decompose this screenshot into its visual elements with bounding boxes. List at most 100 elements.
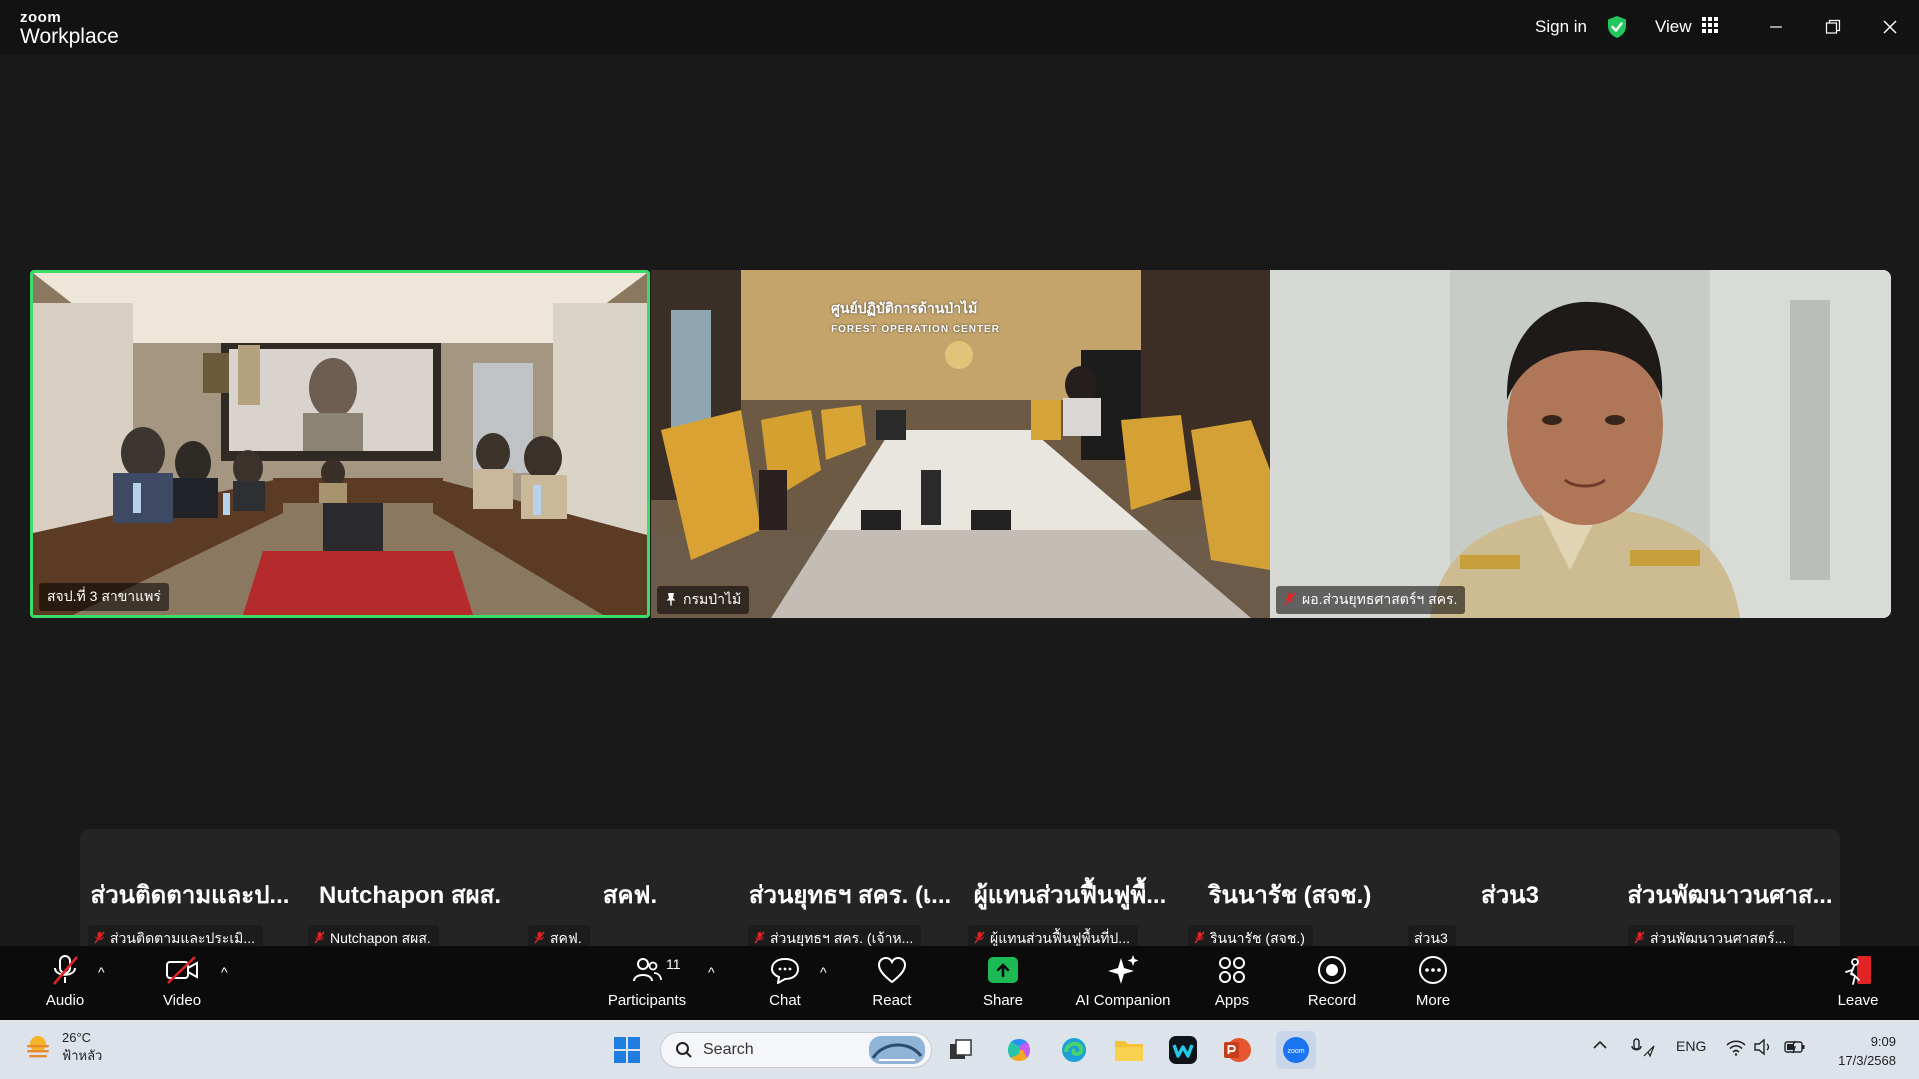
sign-in-button[interactable]: Sign in xyxy=(1535,14,1587,40)
powerpoint-icon[interactable] xyxy=(1220,1033,1254,1067)
strip-participant[interactable]: Nutchapon สผส. Nutchapon สผส. xyxy=(300,829,520,953)
system-clock[interactable]: 9:09 17/3/2568 xyxy=(1820,1032,1896,1070)
participant-strip: ส่วนติดตามและป... ส่วนติดตามและประเมิ...… xyxy=(80,829,1840,953)
weather-hazy-icon xyxy=(24,1032,52,1065)
apps-button[interactable]: Apps xyxy=(1187,952,1277,1016)
leave-button[interactable]: Leave xyxy=(1813,952,1903,1016)
volume-icon[interactable] xyxy=(1753,1038,1775,1059)
tray-chevron-up-icon[interactable] xyxy=(1592,1038,1608,1054)
react-label: React xyxy=(872,992,912,1009)
restore-icon[interactable] xyxy=(1820,14,1846,40)
share-label: Share xyxy=(982,992,1024,1009)
audio-label: Audio xyxy=(45,992,85,1009)
tile-name: สจป.ที่ 3 สาขาแพร่ xyxy=(47,588,161,604)
weather-description: ฟ้าหลัว xyxy=(62,1048,103,1063)
windows-start-icon[interactable] xyxy=(610,1033,644,1067)
leave-label: Leave xyxy=(1837,992,1879,1009)
apps-label: Apps xyxy=(1214,992,1250,1009)
strip-participant[interactable]: ผู้แทนส่วนฟื้นฟูพื้... ผู้แทนส่วนฟื้นฟูพ… xyxy=(960,829,1180,953)
battery-charging-icon[interactable] xyxy=(1783,1038,1807,1059)
clock-date: 17/3/2568 xyxy=(1838,1053,1896,1068)
close-icon[interactable] xyxy=(1877,14,1903,40)
strip-participant[interactable]: สคฟ. สคฟ. xyxy=(520,829,740,953)
tile-name: ผอ.ส่วนยุทธศาสตร์ฯ สคร. xyxy=(1302,591,1458,607)
wifi-icon[interactable] xyxy=(1725,1038,1747,1059)
participant-display-name: รินนารัช (สจช.) xyxy=(1208,882,1372,909)
task-view-icon[interactable] xyxy=(944,1033,978,1067)
share-icon xyxy=(988,952,1018,988)
title-bar: zoom Workplace Sign in View xyxy=(0,0,1919,55)
participants-options-chevron-icon[interactable]: ^ xyxy=(708,964,715,980)
participant-display-name: ส่วนพัฒนาวนศาส... xyxy=(1627,882,1833,909)
leave-icon xyxy=(1841,952,1875,988)
strip-participant[interactable]: ส่วนติดตามและป... ส่วนติดตามและประเมิ... xyxy=(80,829,300,953)
video-button[interactable]: Video xyxy=(137,952,227,1016)
participant-display-name: สคฟ. xyxy=(602,882,658,909)
mic-muted-icon xyxy=(48,952,82,988)
participant-name-tag: กรมป่าไม้ xyxy=(657,586,750,614)
mic-muted-icon xyxy=(94,931,105,947)
participant-name-tag: สจป.ที่ 3 สาขาแพร่ xyxy=(39,583,169,611)
zoom-workplace-logo: zoom Workplace xyxy=(20,10,119,48)
zoom-app-icon[interactable]: zoom xyxy=(1276,1031,1316,1069)
heart-icon xyxy=(877,952,907,988)
room-sign-english: FOREST OPERATION CENTER xyxy=(831,324,1000,335)
audio-options-chevron-icon[interactable]: ^ xyxy=(98,964,105,980)
search-highlight-image-icon xyxy=(869,1036,925,1064)
taskbar-search[interactable]: Search xyxy=(660,1032,932,1068)
sparkle-icon xyxy=(1106,952,1140,988)
chat-label: Chat xyxy=(769,992,801,1009)
video-feed-speaker xyxy=(1270,270,1891,618)
strip-participant[interactable]: ส่วน3 ส่วน3 xyxy=(1400,829,1620,953)
copilot-icon[interactable] xyxy=(1002,1033,1036,1067)
tile-name: กรมป่าไม้ xyxy=(683,591,742,607)
strip-participant[interactable]: ส่วนยุทธฯ สคร. (เ... ส่วนยุทธฯ สคร. (เจ้… xyxy=(740,829,960,953)
meeting-toolbar: Audio ^ Video ^ 11 Participants ^ Chat ^… xyxy=(0,946,1919,1020)
webex-icon[interactable] xyxy=(1166,1033,1200,1067)
chat-options-chevron-icon[interactable]: ^ xyxy=(820,964,827,980)
file-explorer-icon[interactable] xyxy=(1112,1033,1146,1067)
chat-button[interactable]: Chat xyxy=(740,952,830,1016)
input-language[interactable]: ENG xyxy=(1676,1038,1706,1054)
mic-location-icon[interactable] xyxy=(1630,1038,1656,1061)
video-tile-3[interactable]: ผอ.ส่วนยุทธศาสตร์ฯ สคร. xyxy=(1270,270,1891,618)
mic-muted-icon xyxy=(1284,592,1296,609)
view-button[interactable]: View xyxy=(1655,14,1718,40)
participants-count: 11 xyxy=(666,956,681,972)
weather-widget[interactable]: 26°C ฟ้าหลัว xyxy=(24,1030,102,1066)
ai-companion-label: AI Companion xyxy=(1075,992,1171,1009)
edge-browser-icon[interactable] xyxy=(1057,1033,1091,1067)
mic-muted-icon xyxy=(754,931,765,947)
audio-button[interactable]: Audio xyxy=(20,952,110,1016)
shield-check-icon[interactable] xyxy=(1606,14,1628,40)
react-button[interactable]: React xyxy=(847,952,937,1016)
mic-muted-icon xyxy=(314,931,325,947)
more-label: More xyxy=(1415,992,1451,1009)
participant-display-name: Nutchapon สผส. xyxy=(318,882,501,909)
clock-time: 9:09 xyxy=(1870,1034,1896,1049)
more-icon xyxy=(1418,952,1448,988)
video-tile-2[interactable]: ศูนย์ปฏิบัติการด้านป่าไม้ FOREST OPERATI… xyxy=(651,270,1270,618)
strip-participant[interactable]: รินนารัช (สจช.) รินนารัช (สจช.) xyxy=(1180,829,1400,953)
more-button[interactable]: More xyxy=(1388,952,1478,1016)
ai-companion-button[interactable]: AI Companion xyxy=(1058,952,1188,1016)
record-button[interactable]: Record xyxy=(1287,952,1377,1016)
video-tile-1[interactable]: สจป.ที่ 3 สาขาแพร่ xyxy=(30,270,650,618)
participant-display-name: ผู้แทนส่วนฟื้นฟูพื้... xyxy=(973,882,1167,909)
room-sign-thai: ศูนย์ปฏิบัติการด้านป่าไม้ xyxy=(831,300,978,316)
video-feed-conference-room xyxy=(33,273,647,615)
video-off-icon xyxy=(164,952,200,988)
search-placeholder: Search xyxy=(703,1041,754,1058)
minimize-icon[interactable] xyxy=(1763,14,1789,40)
search-icon xyxy=(675,1041,693,1059)
share-button[interactable]: Share xyxy=(958,952,1048,1016)
video-options-chevron-icon[interactable]: ^ xyxy=(221,964,228,980)
logo-bottom-text: Workplace xyxy=(20,25,119,48)
share-arrow-box xyxy=(988,957,1018,983)
participants-button[interactable]: 11 Participants xyxy=(602,952,692,1016)
mic-muted-icon xyxy=(1194,931,1205,947)
apps-icon xyxy=(1217,952,1247,988)
strip-participant[interactable]: ส่วนพัฒนาวนศาส... ส่วนพัฒนาวนศาสตร์... xyxy=(1620,829,1840,953)
windows-taskbar: 26°C ฟ้าหลัว Search zoom ENG 9:09 17/3/2… xyxy=(0,1020,1919,1079)
participant-display-name: ส่วนยุทธฯ สคร. (เ... xyxy=(748,882,952,909)
